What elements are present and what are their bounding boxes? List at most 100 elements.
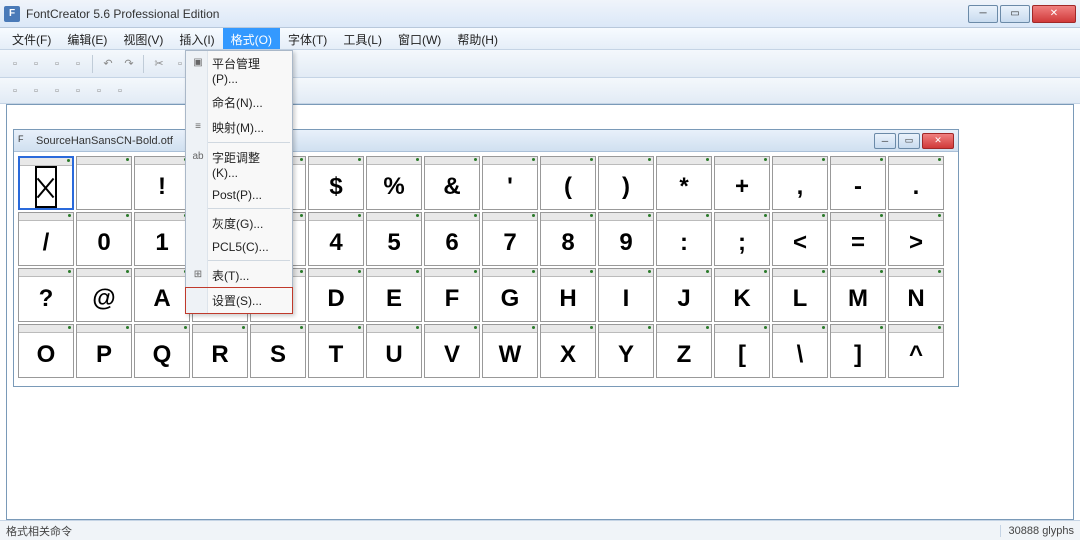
glyph-cell[interactable]: ; — [714, 212, 770, 266]
menu-item[interactable]: 插入(I) — [171, 28, 222, 49]
glyph-cell[interactable]: / — [18, 212, 74, 266]
doc-close-button[interactable]: ✕ — [922, 133, 954, 149]
glyph-cell[interactable]: ) — [598, 156, 654, 210]
glyph-cell[interactable]: R — [192, 324, 248, 378]
glyph-cell[interactable]: 6 — [424, 212, 480, 266]
glyph-cell[interactable] — [18, 156, 74, 210]
glyph-cell[interactable]: + — [714, 156, 770, 210]
menu-item[interactable]: 帮助(H) — [449, 28, 506, 49]
glyph-cell[interactable]: 4 — [308, 212, 364, 266]
glyph-cell[interactable]: E — [366, 268, 422, 322]
glyph-cell[interactable]: 1 — [134, 212, 190, 266]
save-icon[interactable]: ▫ — [48, 55, 66, 73]
glyph-header — [77, 213, 131, 221]
glyph-cell[interactable]: : — [656, 212, 712, 266]
glyph-cell[interactable]: A — [134, 268, 190, 322]
glyph-cell[interactable]: $ — [308, 156, 364, 210]
dropdown-item[interactable]: PCL5(C)... — [186, 236, 292, 258]
glyph-cell[interactable]: X — [540, 324, 596, 378]
glyph-cell[interactable]: Q — [134, 324, 190, 378]
undo-icon[interactable]: ↶ — [99, 55, 117, 73]
glyph-cell[interactable]: < — [772, 212, 828, 266]
dropdown-item[interactable]: 灰度(G)... — [186, 211, 292, 236]
glyph-cell[interactable]: O — [18, 324, 74, 378]
menu-item[interactable]: 窗口(W) — [390, 28, 449, 49]
glyph-cell[interactable]: F — [424, 268, 480, 322]
tool-icon[interactable]: ▫ — [48, 82, 66, 100]
tool-icon[interactable]: ▫ — [90, 82, 108, 100]
menu-item[interactable]: 文件(F) — [4, 28, 59, 49]
glyph-cell[interactable]: V — [424, 324, 480, 378]
glyph-cell[interactable]: W — [482, 324, 538, 378]
glyph-cell[interactable] — [76, 156, 132, 210]
glyph-cell[interactable]: - — [830, 156, 886, 210]
glyph-cell[interactable]: D — [308, 268, 364, 322]
glyph-cell[interactable]: \ — [772, 324, 828, 378]
glyph-cell[interactable]: ! — [134, 156, 190, 210]
close-button[interactable]: ✕ — [1032, 5, 1076, 23]
glyph-char: ^ — [889, 333, 943, 377]
tool-icon[interactable]: ▫ — [6, 82, 24, 100]
glyph-cell[interactable]: N — [888, 268, 944, 322]
tool-icon[interactable]: ▫ — [27, 82, 45, 100]
glyph-cell[interactable]: K — [714, 268, 770, 322]
glyph-cell[interactable]: [ — [714, 324, 770, 378]
glyph-cell[interactable]: 5 — [366, 212, 422, 266]
glyph-cell[interactable]: 8 — [540, 212, 596, 266]
glyph-cell[interactable]: , — [772, 156, 828, 210]
glyph-cell[interactable]: M — [830, 268, 886, 322]
glyph-cell[interactable]: 0 — [76, 212, 132, 266]
glyph-cell[interactable]: 7 — [482, 212, 538, 266]
glyph-cell[interactable]: Z — [656, 324, 712, 378]
glyph-cell[interactable]: P — [76, 324, 132, 378]
dropdown-item[interactable]: 设置(S)... — [185, 287, 293, 314]
redo-icon[interactable]: ↷ — [120, 55, 138, 73]
new-icon[interactable]: ▫ — [6, 55, 24, 73]
glyph-char: E — [367, 277, 421, 321]
open-icon[interactable]: ▫ — [27, 55, 45, 73]
glyph-cell[interactable]: T — [308, 324, 364, 378]
tool-icon[interactable]: ▫ — [69, 82, 87, 100]
tool-icon[interactable]: ▫ — [111, 82, 129, 100]
dropdown-item[interactable]: Post(P)... — [186, 184, 292, 206]
glyph-cell[interactable]: ( — [540, 156, 596, 210]
glyph-cell[interactable]: L — [772, 268, 828, 322]
glyph-char: - — [831, 165, 885, 209]
doc-minimize-button[interactable]: ─ — [874, 133, 896, 149]
glyph-cell[interactable]: > — [888, 212, 944, 266]
glyph-cell[interactable]: H — [540, 268, 596, 322]
glyph-cell[interactable]: 9 — [598, 212, 654, 266]
glyph-cell[interactable]: I — [598, 268, 654, 322]
dropdown-item[interactable]: ab字距调整(K)... — [186, 145, 292, 184]
glyph-cell[interactable]: * — [656, 156, 712, 210]
glyph-cell[interactable]: ? — [18, 268, 74, 322]
glyph-cell[interactable]: J — [656, 268, 712, 322]
dropdown-item[interactable]: 命名(N)... — [186, 90, 292, 115]
glyph-cell[interactable]: = — [830, 212, 886, 266]
glyph-cell[interactable]: ] — [830, 324, 886, 378]
cut-icon[interactable]: ✂ — [150, 55, 168, 73]
menu-item[interactable]: 视图(V) — [115, 28, 171, 49]
glyph-cell[interactable]: % — [366, 156, 422, 210]
menu-item[interactable]: 字体(T) — [280, 28, 335, 49]
glyph-cell[interactable]: Y — [598, 324, 654, 378]
minimize-button[interactable]: ─ — [968, 5, 998, 23]
doc-maximize-button[interactable]: ▭ — [898, 133, 920, 149]
glyph-cell[interactable]: & — [424, 156, 480, 210]
glyph-cell[interactable]: G — [482, 268, 538, 322]
glyph-cell[interactable]: @ — [76, 268, 132, 322]
dropdown-item[interactable]: ⊞表(T)... — [186, 263, 292, 288]
glyph-cell[interactable]: . — [888, 156, 944, 210]
glyph-cell[interactable]: ' — [482, 156, 538, 210]
glyph-cell[interactable]: ^ — [888, 324, 944, 378]
menu-item[interactable]: 编辑(E) — [59, 28, 115, 49]
menu-item[interactable]: 工具(L) — [335, 28, 390, 49]
glyph-cell[interactable]: U — [366, 324, 422, 378]
dropdown-item[interactable]: ≡映射(M)... — [186, 115, 292, 140]
print-icon[interactable]: ▫ — [69, 55, 87, 73]
dropdown-item[interactable]: ▣平台管理(P)... — [186, 51, 292, 90]
menu-item[interactable]: 格式(O) — [223, 28, 280, 49]
glyph-cell[interactable]: S — [250, 324, 306, 378]
maximize-button[interactable]: ▭ — [1000, 5, 1030, 23]
glyph-header — [889, 213, 943, 221]
